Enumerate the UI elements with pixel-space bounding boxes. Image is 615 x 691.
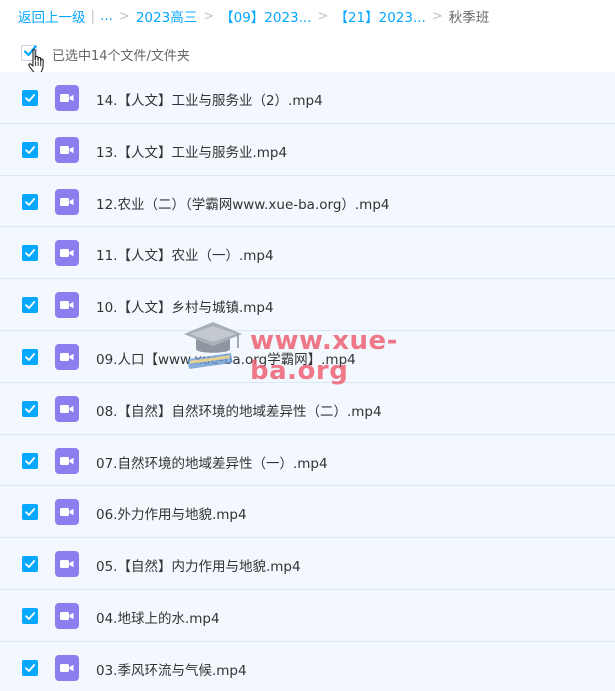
check-icon	[25, 508, 36, 517]
file-checkbox[interactable]	[22, 141, 38, 158]
file-name[interactable]: 05.【自然】内力作用与地貌.mp4	[96, 555, 301, 575]
file-row[interactable]: 06.外力作用与地貌.mp4	[0, 486, 615, 539]
breadcrumb-item-3[interactable]: 【21】2023...	[334, 6, 425, 26]
video-file-icon	[55, 499, 79, 526]
breadcrumb-item-2[interactable]: 【09】2023...	[220, 6, 311, 26]
file-name[interactable]: 04.地球上的水.mp4	[96, 607, 220, 627]
selection-header: 已选中14个文件/文件夹	[0, 38, 615, 74]
check-icon	[25, 353, 36, 361]
check-icon	[25, 249, 36, 258]
breadcrumb-separator-icon: >	[203, 8, 215, 24]
file-row[interactable]: 07.自然环境的地域差异性（一）.mp4	[0, 434, 615, 487]
selection-count-label: 已选中14个文件/文件夹	[52, 49, 190, 64]
file-checkbox[interactable]	[22, 193, 38, 210]
file-name[interactable]: 03.季风环流与气候.mp4	[96, 659, 247, 679]
file-checkbox[interactable]	[22, 607, 38, 624]
video-file-icon	[55, 343, 79, 370]
breadcrumb-separator-icon: >	[118, 8, 130, 24]
file-name[interactable]: 09.人口【www.xue-ba.org学霸网】.mp4	[96, 348, 356, 368]
video-file-icon	[55, 292, 79, 319]
breadcrumb-current: 秋季班	[448, 10, 490, 26]
file-checkbox[interactable]	[22, 400, 38, 417]
file-name[interactable]: 13.【人文】工业与服务业.mp4	[96, 141, 287, 161]
video-file-icon	[55, 136, 79, 163]
back-link[interactable]: 返回上一级	[18, 6, 86, 26]
video-file-icon	[55, 551, 79, 578]
file-row[interactable]: 12.农业（二）（学霸网www.xue-ba.org）.mp4	[0, 175, 615, 228]
check-icon	[25, 663, 36, 672]
video-file-icon	[55, 447, 79, 474]
check-icon	[25, 404, 36, 413]
breadcrumb-separator-icon: >	[317, 8, 329, 24]
check-icon	[25, 197, 36, 206]
file-checkbox[interactable]	[22, 90, 38, 106]
file-row[interactable]: 08.【自然】自然环境的地域差异性（二）.mp4	[0, 382, 615, 435]
file-checkbox[interactable]	[22, 452, 38, 469]
file-row[interactable]: 10.【人文】乡村与城镇.mp4	[0, 279, 615, 331]
file-row[interactable]: 11.【人文】农业（一）.mp4	[0, 227, 615, 280]
file-row[interactable]: 05.【自然】内力作用与地貌.mp4	[0, 538, 615, 590]
file-checkbox[interactable]	[22, 504, 38, 521]
video-file-icon	[55, 602, 79, 629]
check-icon	[25, 612, 36, 620]
file-name[interactable]: 10.【人文】乡村与城镇.mp4	[96, 296, 274, 316]
file-row[interactable]: 14.【人文】工业与服务业（2）.mp4	[0, 72, 615, 124]
video-file-icon	[55, 240, 79, 267]
video-file-icon	[55, 188, 79, 215]
check-icon	[25, 94, 36, 102]
file-checkbox[interactable]	[22, 297, 38, 314]
file-list: 14.【人文】工业与服务业（2）.mp4 13.【人文】工业与服务业.mp4 12.…	[0, 72, 615, 691]
file-row[interactable]: 09.人口【www.xue-ba.org学霸网】.mp4	[0, 330, 615, 383]
file-name[interactable]: 14.【人文】工业与服务业（2）.mp4	[96, 89, 323, 109]
breadcrumb-divider: |	[90, 8, 96, 24]
file-name[interactable]: 07.自然环境的地域差异性（一）.mp4	[96, 452, 328, 472]
file-row[interactable]: 04.地球上的水.mp4	[0, 589, 615, 642]
breadcrumb-separator-icon: >	[431, 8, 443, 24]
file-checkbox[interactable]	[22, 348, 38, 365]
file-checkbox[interactable]	[22, 556, 38, 573]
breadcrumb-item-1[interactable]: 2023高三	[136, 6, 197, 26]
check-icon	[25, 145, 36, 154]
video-file-icon	[55, 85, 79, 111]
file-row[interactable]: 13.【人文】工业与服务业.mp4	[0, 123, 615, 176]
check-icon	[25, 301, 36, 310]
file-name[interactable]: 11.【人文】农业（一）.mp4	[96, 244, 274, 264]
file-name[interactable]: 06.外力作用与地貌.mp4	[96, 503, 247, 523]
video-file-icon	[55, 654, 79, 681]
file-checkbox[interactable]	[22, 245, 38, 262]
video-file-icon	[55, 395, 79, 422]
file-name[interactable]: 12.农业（二）（学霸网www.xue-ba.org）.mp4	[96, 193, 390, 213]
file-row[interactable]: 03.季风环流与气候.mp4	[0, 641, 615, 691]
check-icon	[25, 560, 36, 569]
breadcrumb: 返回上一级 | ... > 2023高三 > 【09】2023... > 【21…	[18, 6, 489, 26]
check-icon	[25, 456, 36, 465]
file-name[interactable]: 08.【自然】自然环境的地域差异性（二）.mp4	[96, 400, 382, 420]
breadcrumb-ellipsis[interactable]: ...	[100, 8, 113, 24]
file-checkbox[interactable]	[22, 659, 38, 676]
file-browser: 返回上一级 | ... > 2023高三 > 【09】2023... > 【21…	[0, 0, 615, 691]
